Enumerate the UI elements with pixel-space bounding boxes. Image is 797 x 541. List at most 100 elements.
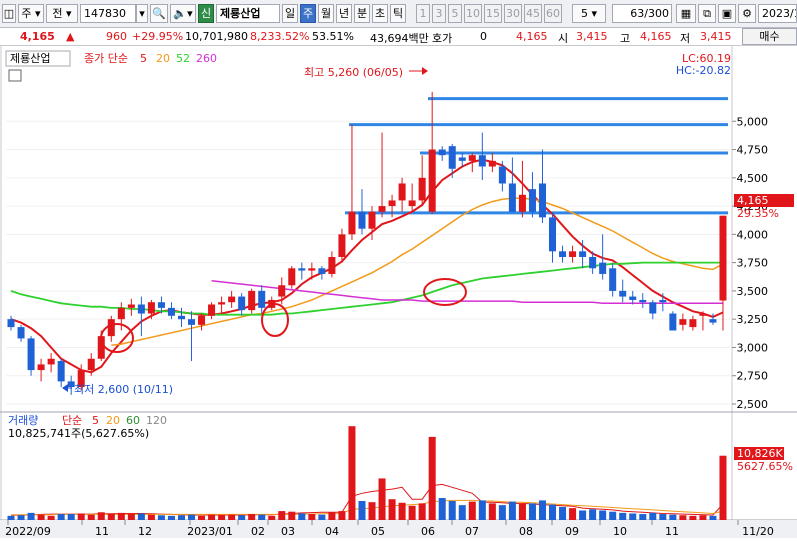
gear-icon[interactable]: ⚙ [738, 4, 756, 23]
volume-bar[interactable] [218, 515, 226, 520]
volume-bar[interactable] [448, 501, 456, 520]
candle[interactable] [248, 288, 256, 314]
volume-bar[interactable] [177, 515, 185, 520]
volume-bar[interactable] [268, 515, 276, 520]
volume-bar[interactable] [508, 501, 516, 520]
volume-bar[interactable] [47, 515, 55, 520]
volume-bar[interactable] [488, 503, 496, 520]
mode-select[interactable]: 주 ▾ [18, 4, 44, 23]
volume-bar[interactable] [549, 504, 557, 520]
period-tab-5[interactable]: 초 [372, 4, 388, 23]
period-tab-2[interactable]: 월 [318, 4, 334, 23]
volume-bar[interactable] [258, 514, 266, 520]
candle[interactable] [27, 336, 35, 376]
volume-bar[interactable] [679, 515, 687, 520]
interval-button-4[interactable]: 15 [484, 4, 502, 23]
volume-bar[interactable] [208, 514, 216, 520]
period-tab-0[interactable]: 일 [282, 4, 298, 23]
interval-button-2[interactable]: 5 [448, 4, 462, 23]
interval-button-6[interactable]: 45 [524, 4, 542, 23]
volume-bar[interactable] [137, 513, 145, 520]
candle[interactable] [669, 311, 677, 331]
volume-bar[interactable] [198, 515, 206, 520]
volume-bar[interactable] [67, 514, 75, 520]
zoom-icon[interactable]: ⧉ [698, 4, 716, 23]
volume-bar[interactable] [27, 512, 35, 520]
volume-bar[interactable] [248, 514, 256, 520]
date-input[interactable]: 2023/1 [758, 4, 797, 23]
volume-bar[interactable] [699, 515, 707, 520]
candle[interactable] [288, 266, 296, 289]
price-chart[interactable]: 5,0004,7504,5004,2504,0003,7503,5003,250… [0, 46, 797, 538]
period-tab-4[interactable]: 분 [354, 4, 370, 23]
volume-bar[interactable] [709, 515, 717, 520]
volume-bar[interactable] [238, 515, 246, 520]
volume-bar[interactable] [408, 505, 416, 520]
volume-bar[interactable] [278, 511, 286, 520]
volume-bar[interactable] [649, 512, 657, 520]
volume-bar[interactable] [188, 514, 196, 520]
volume-bar[interactable] [418, 503, 426, 520]
volume-bar[interactable] [77, 513, 85, 520]
grid-toggle-icon[interactable] [8, 69, 22, 82]
volume-bar[interactable] [87, 514, 95, 520]
volume-bar[interactable] [619, 512, 627, 520]
period-tab-3[interactable]: 년 [336, 4, 352, 23]
sound-icon[interactable]: 🔈▾ [170, 4, 196, 23]
volume-bar[interactable] [498, 505, 506, 520]
volume-bar[interactable] [478, 500, 486, 520]
volume-bar[interactable] [348, 426, 356, 520]
volume-bar[interactable] [298, 513, 306, 520]
volume-bar[interactable] [468, 501, 476, 520]
volume-bar[interactable] [579, 510, 587, 521]
buy-button[interactable]: 매수 [742, 28, 797, 45]
volume-bar[interactable] [117, 512, 125, 520]
volume-bar[interactable] [378, 478, 386, 520]
volume-bar[interactable] [157, 515, 165, 520]
volume-bar[interactable] [659, 514, 667, 520]
volume-bar[interactable] [428, 436, 436, 520]
volume-bar[interactable] [538, 500, 546, 520]
volume-bar[interactable] [609, 511, 617, 520]
volume-bar[interactable] [167, 515, 175, 520]
volume-bar[interactable] [318, 514, 326, 520]
volume-bar[interactable] [328, 512, 336, 520]
interval-button-7[interactable]: 60 [544, 4, 562, 23]
volume-bar[interactable] [57, 514, 65, 520]
layout-icon[interactable]: ◫ [2, 4, 16, 23]
volume-bar[interactable] [629, 513, 637, 520]
interval-button-3[interactable]: 10 [464, 4, 482, 23]
volume-bar[interactable] [358, 501, 366, 520]
search-icon[interactable]: 🔍 [150, 4, 168, 23]
interval-button-5[interactable]: 30 [504, 4, 522, 23]
volume-bar[interactable] [308, 514, 316, 520]
save-icon[interactable]: ▣ [718, 4, 736, 23]
volume-bar[interactable] [288, 511, 296, 520]
volume-bar[interactable] [147, 514, 155, 520]
volume-bar[interactable] [17, 515, 25, 520]
interval-select[interactable]: 5 ▾ [572, 4, 606, 23]
volume-bar[interactable] [127, 514, 135, 520]
period-tab-6[interactable]: 틱 [390, 4, 406, 23]
volume-bar[interactable] [7, 515, 15, 520]
stock-code-input[interactable]: 147830 [80, 4, 136, 23]
volume-bar[interactable] [228, 514, 236, 520]
volume-bar[interactable] [388, 499, 396, 520]
volume-bar[interactable] [599, 510, 607, 521]
volume-bar[interactable] [398, 502, 406, 520]
volume-bar[interactable] [458, 505, 466, 520]
side-select[interactable]: 전 ▾ [46, 4, 78, 23]
volume-bar[interactable] [589, 509, 597, 520]
tools-icon[interactable]: ▦ [676, 4, 696, 23]
volume-bar[interactable] [669, 514, 677, 520]
volume-bar[interactable] [639, 514, 647, 520]
interval-button-1[interactable]: 3 [432, 4, 446, 23]
volume-bar[interactable] [518, 503, 526, 520]
volume-bar[interactable] [719, 455, 727, 520]
volume-bar[interactable] [689, 515, 697, 520]
interval-button-0[interactable]: 1 [416, 4, 430, 23]
volume-bar[interactable] [107, 513, 115, 520]
volume-bar[interactable] [528, 503, 536, 520]
code-dropdown-icon[interactable]: ▾ [136, 4, 148, 23]
volume-bar[interactable] [559, 506, 567, 520]
